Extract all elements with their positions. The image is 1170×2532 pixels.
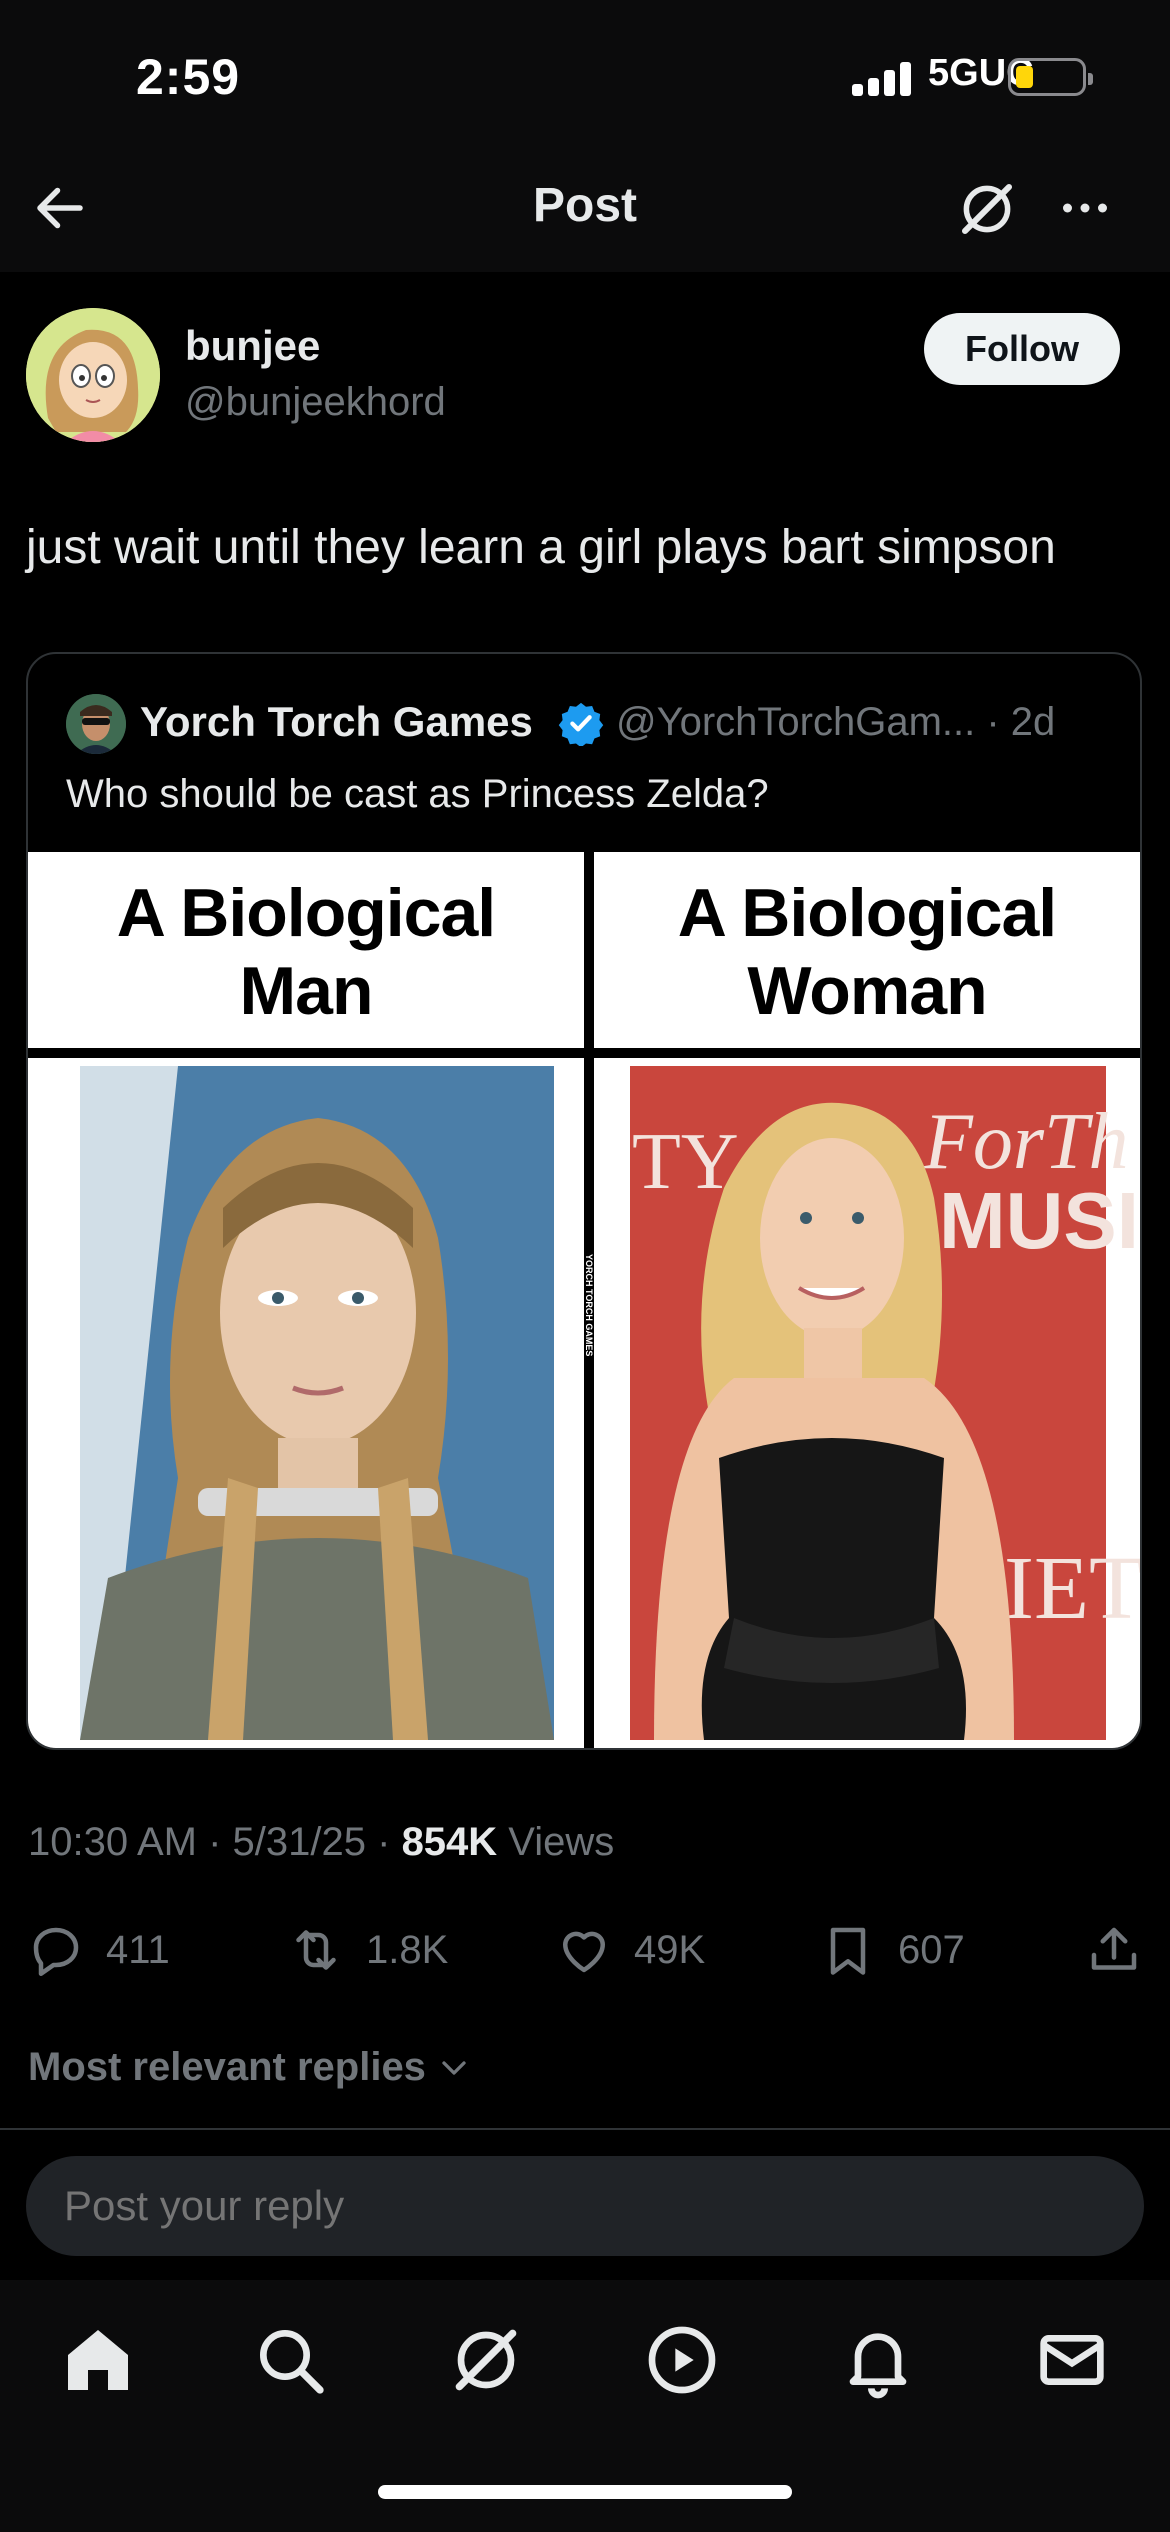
top-bar: 2:59 5GUC Post [0, 0, 1170, 272]
left-photo [28, 1058, 584, 1748]
share-icon [1091, 1927, 1137, 1970]
quoted-post[interactable]: Yorch Torch Games @YorchTorchGam... · 2d… [26, 652, 1142, 1750]
follow-button[interactable]: Follow [924, 313, 1120, 385]
left-caption: A Biological Man [28, 852, 584, 1048]
reply-input[interactable] [26, 2156, 1144, 2256]
navbar: Post [0, 150, 1170, 270]
author-handle[interactable]: @bunjeekhord [185, 380, 446, 425]
reply-icon [33, 1927, 79, 1976]
more-options-icon[interactable] [1052, 178, 1118, 238]
views-label: Views [497, 1820, 615, 1864]
share-button[interactable] [1084, 1910, 1144, 1990]
bookmark-icon [830, 1927, 866, 1975]
replies-sort-label: Most relevant replies [28, 2045, 426, 2089]
bookmark-count: 607 [898, 1927, 965, 1972]
svg-text:YORCH TORCH GAMES: YORCH TORCH GAMES [584, 1254, 594, 1356]
quoted-image[interactable]: A Biological Man A Biological Woman TY F… [28, 852, 1140, 1748]
post-meta: 10:30 AM · 5/31/25 · 854K Views [28, 1820, 614, 1865]
signal-icon [852, 60, 914, 96]
right-caption: A Biological Woman [594, 852, 1140, 1048]
home-icon[interactable] [58, 2320, 138, 2400]
repost-button[interactable]: 1.8K [286, 1910, 448, 1990]
like-button[interactable]: 49K [554, 1910, 705, 1990]
quoted-author-name: Yorch Torch Games [140, 698, 533, 745]
heart-icon [563, 1931, 605, 1973]
quoted-text: Who should be cast as Princess Zelda? [66, 772, 769, 816]
post-timestamp: 10:30 AM · 5/31/25 · [28, 1820, 402, 1864]
reply-bar [0, 2130, 1170, 2280]
repost-count: 1.8K [366, 1927, 449, 1972]
views-count: 854K [401, 1820, 498, 1864]
messages-envelope-icon[interactable] [1032, 2320, 1112, 2400]
battery-icon [1008, 58, 1093, 96]
verified-badge-icon [558, 702, 604, 746]
status-time: 2:59 [136, 49, 241, 105]
reply-button[interactable]: 411 [26, 1910, 170, 1990]
right-photo: TY ForTh MUSI RIET [594, 1058, 1140, 1748]
home-indicator [378, 2485, 792, 2499]
video-icon[interactable] [642, 2320, 722, 2400]
notifications-bell-icon[interactable] [838, 2320, 918, 2400]
bookmark-button[interactable]: 607 [818, 1910, 965, 1990]
author-name[interactable]: bunjee [185, 322, 320, 370]
grok-icon[interactable] [954, 176, 1020, 242]
author-avatar[interactable] [26, 308, 160, 442]
reply-count: 411 [106, 1927, 170, 1972]
sign-text-right1: ForTh [923, 1098, 1129, 1186]
search-icon[interactable] [250, 2320, 330, 2400]
watermark: YORCH TORCH GAMES [584, 1254, 594, 1356]
replies-sort-dropdown[interactable]: Most relevant replies [28, 2045, 474, 2090]
like-count: 49K [634, 1927, 706, 1972]
repost-icon [296, 1930, 336, 1970]
action-bar: 411 1.8K 49K 607 [0, 1910, 1170, 1990]
status-bar: 2:59 5GUC [0, 0, 1170, 150]
sign-text-right2: MUSI [939, 1176, 1139, 1265]
post-page: 2:59 5GUC Post bunjee @bunjeekhord Follo… [0, 0, 1170, 2532]
grok-tab-icon[interactable] [446, 2320, 526, 2400]
chevron-down-icon [442, 2060, 466, 2075]
quoted-avatar [66, 694, 126, 754]
quoted-handle-time: @YorchTorchGam... · 2d [616, 700, 1056, 744]
post-text: just wait until they learn a girl plays … [26, 521, 1056, 574]
